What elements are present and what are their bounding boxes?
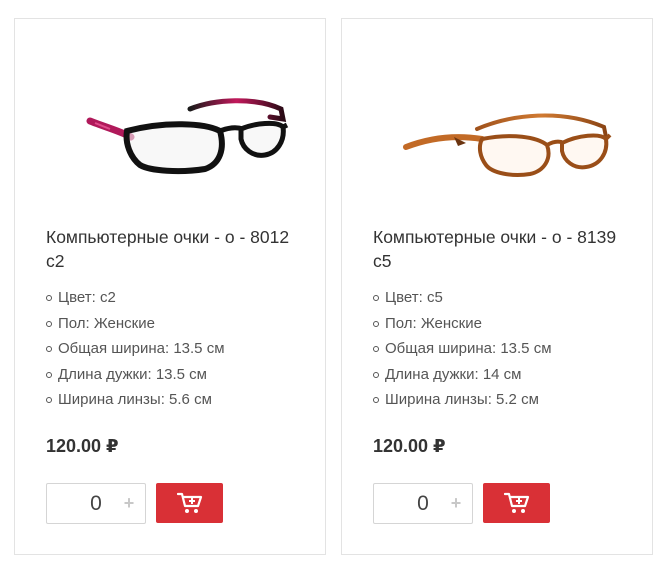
product-title-link[interactable]: Компьютерные очки - о - 8139 с5	[373, 225, 633, 273]
product-specs-list: Цвет: с5 Пол: Женские Общая ширина: 13.5…	[373, 285, 552, 413]
product-card: Компьютерные очки - о - 8139 с5 Цвет: с5…	[341, 18, 653, 555]
spec-lens-width: Ширина линзы: 5.2 см	[373, 387, 552, 413]
quantity-plus-button[interactable]: +	[448, 484, 464, 523]
product-price: 120.00 ₽	[373, 436, 446, 456]
product-image-glasses-black-pink[interactable]	[15, 19, 325, 219]
spec-lens-width: Ширина линзы: 5.6 см	[46, 387, 225, 413]
quantity-plus-button[interactable]: +	[121, 484, 137, 523]
spec-gender: Пол: Женские	[46, 311, 225, 337]
product-specs-list: Цвет: с2 Пол: Женские Общая ширина: 13.5…	[46, 285, 225, 413]
quantity-input[interactable]	[71, 484, 121, 523]
product-image-glasses-brown[interactable]	[342, 19, 652, 219]
spec-total-width: Общая ширина: 13.5 см	[46, 336, 225, 362]
product-title-link[interactable]: Компьютерные очки - о - 8012 с2	[46, 225, 306, 273]
add-to-cart-button[interactable]	[156, 483, 223, 523]
quantity-stepper: +	[373, 483, 473, 524]
spec-total-width: Общая ширина: 13.5 см	[373, 336, 552, 362]
spec-temple-length: Длина дужки: 14 см	[373, 362, 552, 388]
product-price: 120.00 ₽	[46, 436, 119, 456]
spec-color: Цвет: с5	[373, 285, 552, 311]
spec-color: Цвет: с2	[46, 285, 225, 311]
quantity-input[interactable]	[398, 484, 448, 523]
shopping-cart-icon	[176, 492, 202, 513]
product-card: Компьютерные очки - о - 8012 с2 Цвет: с2…	[14, 18, 326, 555]
add-to-cart-button[interactable]	[483, 483, 550, 523]
spec-temple-length: Длина дужки: 13.5 см	[46, 362, 225, 388]
shopping-cart-icon	[503, 492, 529, 513]
quantity-stepper: +	[46, 483, 146, 524]
spec-gender: Пол: Женские	[373, 311, 552, 337]
